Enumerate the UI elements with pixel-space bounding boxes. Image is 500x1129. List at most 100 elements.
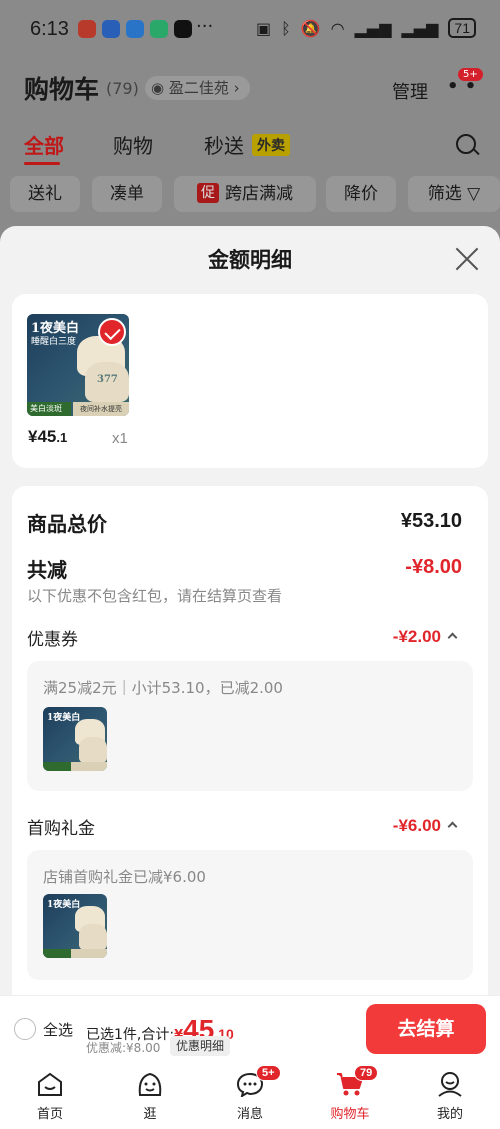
checkout-bar: 全选 已选1件,合计:¥45.10 优惠减:¥8.00 优惠明细 去结算 (0, 995, 500, 1063)
manage-button[interactable]: 管理 (392, 78, 428, 104)
total-label: 商品总价 (27, 512, 107, 536)
tab-all[interactable]: 全部 (24, 130, 64, 159)
product-price: ¥45.1 (28, 427, 67, 447)
coupon-toggle[interactable]: -¥2.00 (392, 627, 458, 647)
select-all-label[interactable]: 全选 (43, 1019, 73, 1040)
chip-gift[interactable]: 送礼 (10, 176, 80, 212)
eye-icon: ◉ (151, 79, 165, 97)
tab-shopping[interactable]: 购物 (113, 130, 153, 159)
product-image-subtitle: 睡醒白三度 (31, 337, 77, 347)
status-time: 6:13 (30, 18, 69, 40)
battery-icon: 71 (448, 18, 476, 38)
waimai-tag: 外卖 (252, 134, 290, 156)
discount-detail-button[interactable]: 优惠明细 (170, 1036, 231, 1056)
tiktok-icon (174, 20, 192, 38)
messages-badge: 5+ (256, 1065, 281, 1081)
category-tabs: 全部 购物 秒送 (0, 130, 500, 165)
select-all-radio[interactable] (14, 1018, 36, 1040)
sheet-title: 金额明细 (208, 248, 292, 272)
location-label: 盈二佳苑 (168, 79, 229, 97)
tabbar-messages-label: 消息 (236, 1107, 263, 1122)
maps-icon (126, 20, 144, 38)
image-band-2 (71, 762, 107, 771)
reduce-label: 共减 (27, 558, 67, 582)
promo-tag: 促 (197, 183, 219, 203)
checkout-button[interactable]: 去结算 (366, 1004, 486, 1054)
explore-icon (138, 1072, 162, 1096)
bottom-tab-bar: 首页 逛 5+ 消息 79 购物车 我的 (0, 1063, 500, 1129)
reduce-value: -¥8.00 (405, 556, 462, 578)
image-band (43, 949, 71, 958)
selected-check-icon[interactable] (98, 318, 126, 346)
chip-cross-store[interactable]: 促跨店满减 (174, 176, 316, 212)
chip-filter[interactable]: 筛选 ▽ (408, 176, 500, 212)
status-more-icon: ··· (196, 16, 214, 37)
gift-product-image: 1夜美白 (43, 894, 107, 958)
home-icon (38, 1072, 62, 1096)
tabbar-home[interactable]: 首页 (10, 1063, 90, 1129)
chevron-up-icon (447, 632, 458, 643)
gift-image-title: 1夜美白 (47, 900, 81, 910)
chevron-up-icon (447, 821, 458, 832)
chip-filter-label: 筛选 (427, 184, 462, 204)
signal-icon: ▂▄▆ (354, 18, 392, 38)
product-price-dec: .1 (56, 430, 68, 445)
shield-app-icon (150, 20, 168, 38)
gift-detail: 店铺首购礼金已减¥6.00 (43, 868, 206, 886)
tab-instant[interactable]: 秒送 (204, 130, 244, 159)
product-image-band: 美白淡斑 (27, 402, 71, 416)
status-bar: 6:13 ··· ▣ ᛒ 🔕 ◠ ▂▄▆ ▂▄▆ 71 (0, 0, 500, 60)
product-qty: x1 (112, 430, 128, 447)
gift-toggle[interactable]: -¥6.00 (393, 816, 458, 836)
nfc-icon: ▣ (255, 18, 272, 38)
profile-icon (438, 1072, 462, 1097)
mute-icon: 🔕 (300, 18, 321, 38)
coupon-detail-box: 满25减2元｜小计53.10，已减2.00 1夜美白 (27, 661, 473, 791)
cart-badge: 79 (354, 1065, 379, 1081)
close-icon[interactable] (454, 246, 480, 272)
coupon-label: 优惠券 (27, 630, 78, 650)
amount-detail-sheet: 金额明细 1夜美白 睡醒白三度 377 美白淡斑 夜间补水提亮 ¥45.1 x1… (0, 226, 500, 1129)
chip-addon[interactable]: 凑单 (92, 176, 162, 212)
tabbar-profile[interactable]: 我的 (410, 1063, 490, 1129)
image-band (43, 762, 71, 771)
status-right: ▣ ᛒ 🔕 ◠ ▂▄▆ ▂▄▆ 71 (256, 18, 476, 38)
tabbar-messages[interactable]: 5+ 消息 (210, 1063, 290, 1129)
chevron-right-icon: › (233, 79, 240, 97)
product-image-number: 377 (97, 374, 118, 385)
tabbar-explore-label: 逛 (143, 1107, 157, 1122)
chip-price-drop[interactable]: 降价 (326, 176, 396, 212)
wifi-icon: ◠ (330, 18, 345, 38)
more-badge: 5+ (458, 68, 483, 81)
tab-underline (24, 162, 60, 165)
page-title: 购物车 (24, 75, 100, 104)
total-value: ¥53.10 (400, 510, 462, 532)
jar-shape-2 (79, 737, 107, 763)
tabbar-cart[interactable]: 79 购物车 (310, 1063, 390, 1129)
gift-label: 首购礼金 (27, 819, 95, 839)
search-icon[interactable] (456, 134, 476, 154)
product-price-int: ¥45 (28, 427, 57, 446)
signal-icon-2: ▂▄▆ (401, 18, 439, 38)
tabbar-home-label: 首页 (36, 1107, 63, 1122)
coupon-product-image: 1夜美白 (43, 707, 107, 771)
product-card: 1夜美白 睡醒白三度 377 美白淡斑 夜间补水提亮 ¥45.1 x1 (12, 294, 488, 468)
filter-icon: ▽ (467, 184, 481, 204)
reduce-note: 以下优惠不包含红包，请在结算页查看 (27, 587, 283, 605)
gift-detail-box: 店铺首购礼金已减¥6.00 1夜美白 (27, 850, 473, 980)
tabbar-explore[interactable]: 逛 (110, 1063, 190, 1129)
tabbar-cart-label: 购物车 (330, 1107, 370, 1122)
discount-text: 优惠减:¥8.00 (86, 1041, 161, 1055)
alipay-icon (102, 20, 120, 38)
coupon-image-title: 1夜美白 (47, 713, 81, 723)
weibo-icon (78, 20, 96, 38)
location-selector[interactable]: ◉ 盈二佳苑 › (145, 76, 250, 100)
filter-chips: 送礼 凑单 促跨店满减 降价 筛选 ▽ (10, 176, 500, 212)
cart-count: (79) (106, 79, 139, 98)
status-app-icons (78, 20, 192, 38)
product-image-band-2: 夜间补水提亮 (73, 402, 129, 416)
bluetooth-icon: ᛒ (281, 18, 291, 38)
coupon-detail: 满25减2元｜小计53.10，已减2.00 (43, 679, 283, 697)
coupon-value: -¥2.00 (392, 627, 441, 646)
tabbar-profile-label: 我的 (436, 1107, 463, 1122)
